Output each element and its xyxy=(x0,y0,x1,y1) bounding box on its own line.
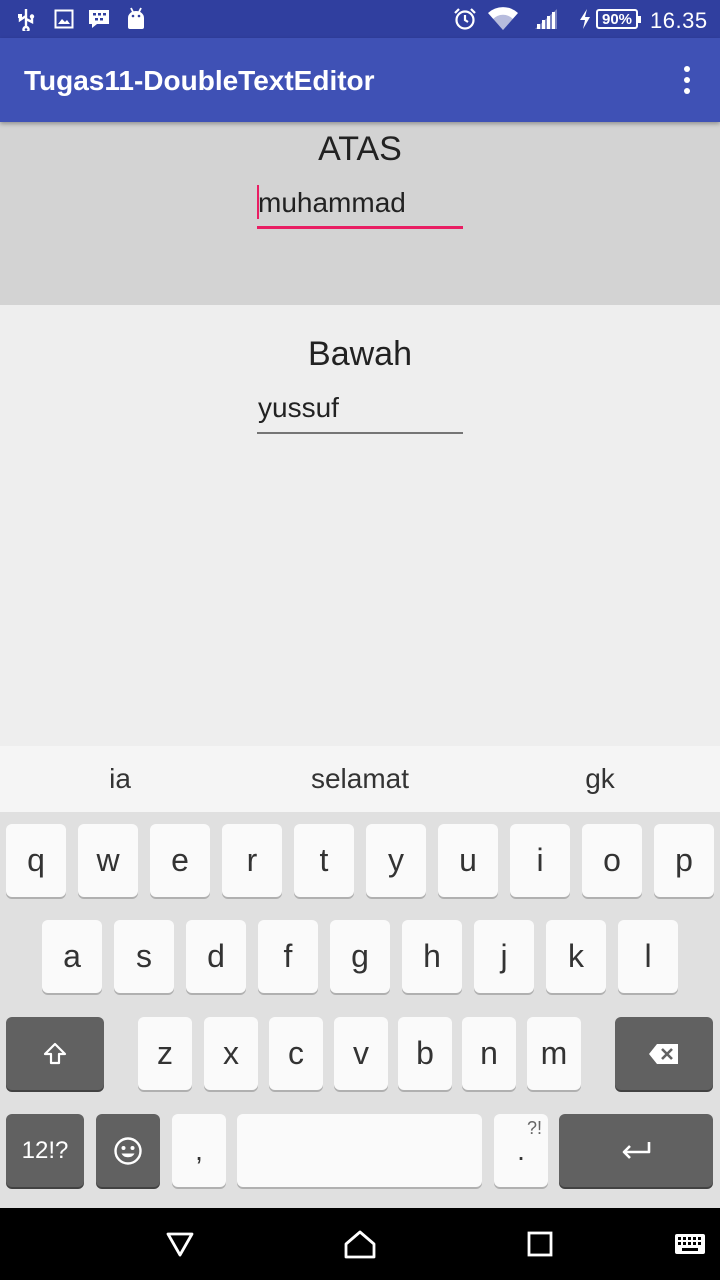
symbols-key[interactable]: 12!? xyxy=(6,1114,84,1187)
keyboard: q w e r t y u i o p a s d f g h j k l z … xyxy=(0,812,720,1208)
battery-level: 90% xyxy=(596,9,641,29)
key-w[interactable]: w xyxy=(78,824,138,897)
key-t[interactable]: t xyxy=(294,824,354,897)
shift-key[interactable] xyxy=(6,1017,104,1090)
backspace-icon xyxy=(649,1043,678,1064)
usb-icon xyxy=(14,7,38,31)
emoji-key[interactable] xyxy=(96,1114,160,1187)
key-r[interactable]: r xyxy=(222,824,282,897)
key-x[interactable]: x xyxy=(204,1017,258,1090)
bbm-icon xyxy=(86,7,112,31)
emoji-icon xyxy=(114,1136,142,1165)
key-i[interactable]: i xyxy=(510,824,570,897)
android-icon xyxy=(124,7,148,31)
key-g[interactable]: g xyxy=(330,920,390,993)
bottom-section: Bawah yussuf xyxy=(0,305,720,746)
enter-icon xyxy=(622,1141,651,1159)
key-m[interactable]: m xyxy=(527,1017,581,1090)
key-f[interactable]: f xyxy=(258,920,318,993)
suggestion-strip: ia selamat gk xyxy=(0,746,720,812)
recents-icon[interactable] xyxy=(522,1226,558,1262)
period-alt-label: ?! xyxy=(526,1118,542,1138)
key-a[interactable]: a xyxy=(42,920,102,993)
image-icon xyxy=(52,7,76,31)
key-b[interactable]: b xyxy=(398,1017,452,1090)
bottom-input-value: yussuf xyxy=(258,392,339,423)
app-title: Tugas11-DoubleTextEditor xyxy=(24,65,375,96)
top-section: ATAS muhammad xyxy=(0,122,720,305)
key-l[interactable]: l xyxy=(618,920,678,993)
key-d[interactable]: d xyxy=(186,920,246,993)
clock: 16.35 xyxy=(650,8,708,33)
suggestion-item[interactable]: ia xyxy=(0,746,240,812)
top-input-value: muhammad xyxy=(258,187,406,218)
key-j[interactable]: j xyxy=(474,920,534,993)
top-text-input[interactable]: muhammad xyxy=(257,183,463,229)
key-s[interactable]: s xyxy=(114,920,174,993)
keyboard-switch-icon[interactable] xyxy=(672,1226,708,1262)
key-k[interactable]: k xyxy=(546,920,606,993)
overflow-menu-icon[interactable] xyxy=(668,60,706,100)
top-label: ATAS xyxy=(318,130,402,168)
key-z[interactable]: z xyxy=(138,1017,192,1090)
space-key[interactable] xyxy=(237,1114,482,1187)
home-icon[interactable] xyxy=(342,1226,378,1262)
enter-key[interactable] xyxy=(559,1114,713,1187)
navigation-bar xyxy=(0,1208,720,1280)
key-v[interactable]: v xyxy=(334,1017,388,1090)
wifi-icon xyxy=(486,7,520,31)
key-y[interactable]: y xyxy=(366,824,426,897)
period-label: . xyxy=(517,1134,525,1166)
key-o[interactable]: o xyxy=(582,824,642,897)
bottom-label: Bawah xyxy=(308,335,412,373)
key-u[interactable]: u xyxy=(438,824,498,897)
period-key[interactable]: ?! . xyxy=(494,1114,548,1187)
back-icon[interactable] xyxy=(162,1226,198,1262)
suggestion-item[interactable]: gk xyxy=(480,746,720,812)
key-n[interactable]: n xyxy=(462,1017,516,1090)
bottom-text-input[interactable]: yussuf xyxy=(257,388,463,434)
comma-key[interactable]: , xyxy=(172,1114,226,1187)
key-c[interactable]: c xyxy=(269,1017,323,1090)
alarm-icon xyxy=(452,7,478,31)
app-bar: Tugas11-DoubleTextEditor xyxy=(0,38,720,122)
suggestion-item[interactable]: selamat xyxy=(240,746,480,812)
status-bar: 90% 16.35 xyxy=(0,0,720,38)
key-h[interactable]: h xyxy=(402,920,462,993)
key-q[interactable]: q xyxy=(6,824,66,897)
key-e[interactable]: e xyxy=(150,824,210,897)
signal-icon xyxy=(532,7,560,31)
key-p[interactable]: p xyxy=(654,824,714,897)
backspace-key[interactable] xyxy=(615,1017,713,1090)
charging-icon xyxy=(576,7,594,31)
shift-icon xyxy=(43,1042,67,1064)
